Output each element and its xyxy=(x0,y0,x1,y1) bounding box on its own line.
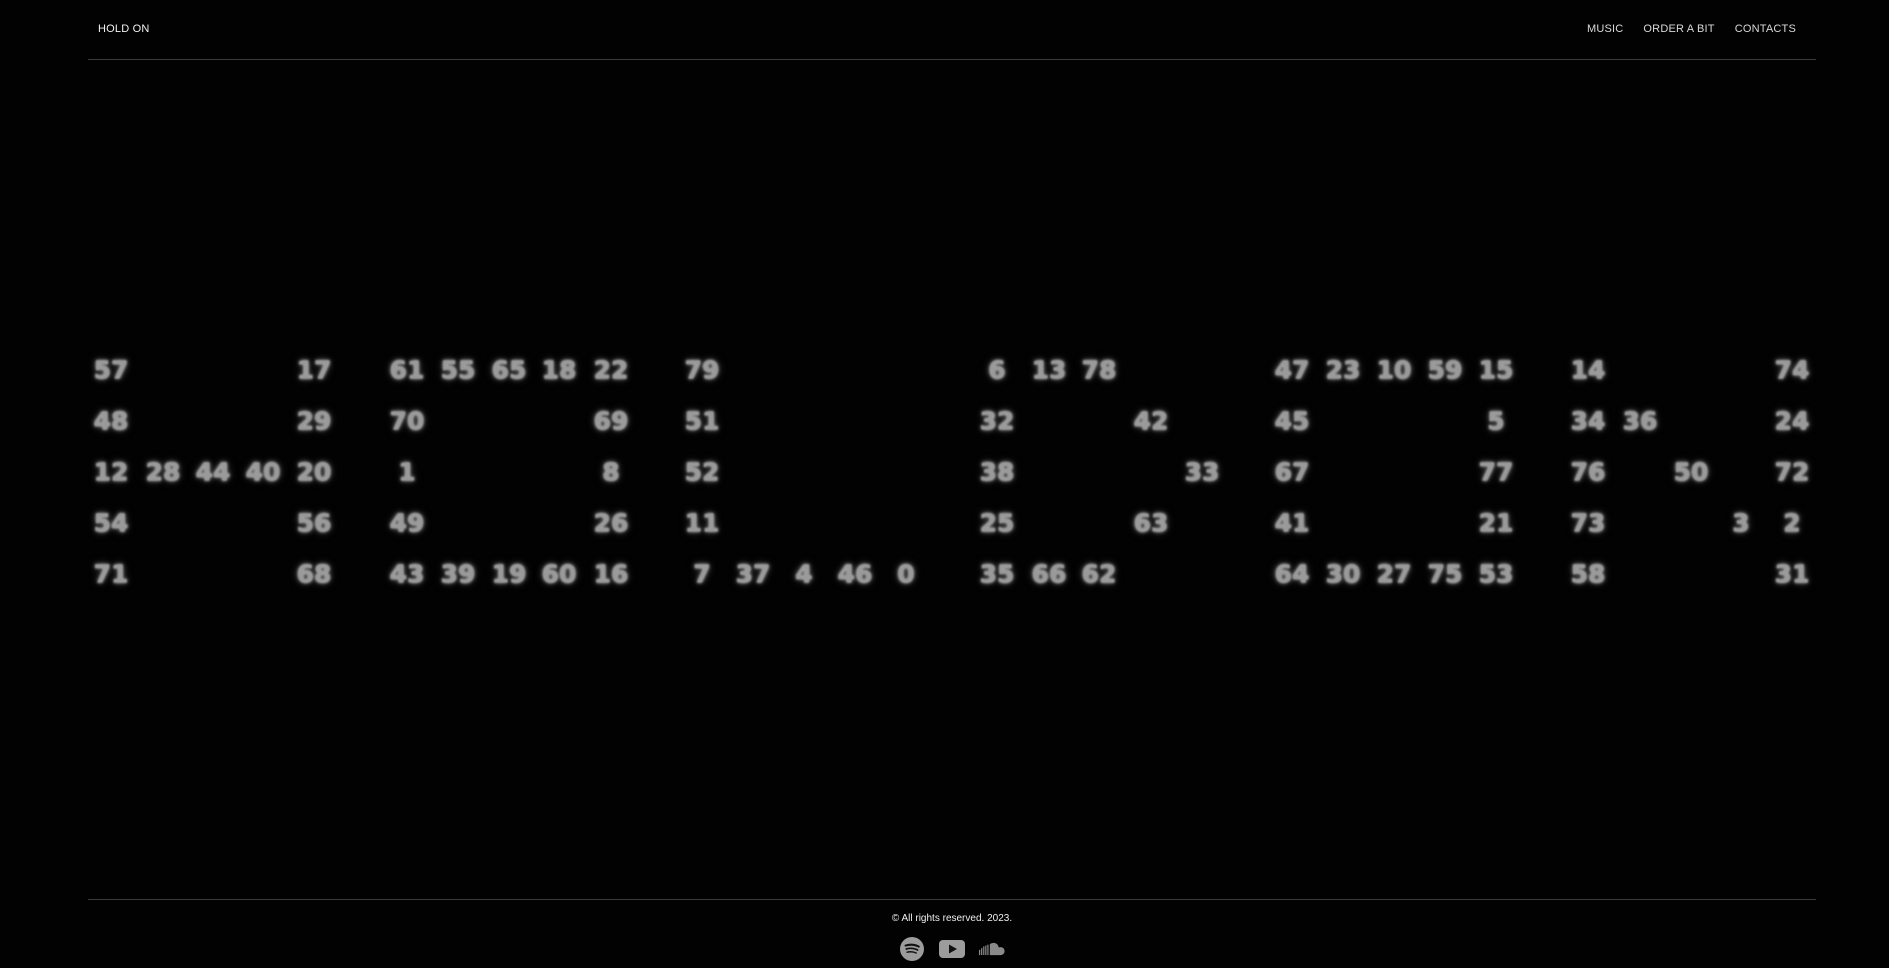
number-glyph: 74 xyxy=(1774,355,1810,385)
number-glyph: 2 xyxy=(1783,508,1801,538)
number-glyph: 38 xyxy=(979,457,1015,487)
number-glyph: 54 xyxy=(93,508,129,538)
copyright-text: © All rights reserved. 2023. xyxy=(891,913,1013,924)
number-glyph: 33 xyxy=(1184,457,1220,487)
number-glyph: 53 xyxy=(1478,559,1514,589)
number-glyph: 37 xyxy=(735,559,771,589)
number-glyph: 58 xyxy=(1570,559,1606,589)
number-glyph: 3 xyxy=(1732,508,1750,538)
number-glyph: 56 xyxy=(296,508,332,538)
number-glyph: 73 xyxy=(1570,508,1606,538)
number-glyph: 31 xyxy=(1774,559,1810,589)
number-glyph: 70 xyxy=(389,406,425,436)
number-glyph: 71 xyxy=(93,559,129,589)
number-glyph: 64 xyxy=(1274,559,1310,589)
number-glyph: 14 xyxy=(1570,355,1606,385)
number-glyph: 10 xyxy=(1376,355,1412,385)
number-glyph: 26 xyxy=(593,508,629,538)
number-glyph: 78 xyxy=(1081,355,1117,385)
number-glyph: 7 xyxy=(693,559,711,589)
number-glyph: 20 xyxy=(296,457,332,487)
site-header: HOLD ON MUSIC ORDER A BIT CONTACTS xyxy=(88,0,1816,60)
nav-order-a-bit[interactable]: ORDER A BIT xyxy=(1643,23,1714,35)
number-glyph: 42 xyxy=(1133,406,1169,436)
number-glyph: 55 xyxy=(440,355,476,385)
number-glyph: 23 xyxy=(1325,355,1361,385)
spotify-icon[interactable] xyxy=(899,937,925,961)
number-glyph: 39 xyxy=(440,559,476,589)
number-glyph: 35 xyxy=(979,559,1015,589)
number-glyph: 1 xyxy=(398,457,416,487)
number-glyph: 25 xyxy=(979,508,1015,538)
number-glyph: 5 xyxy=(1487,406,1505,436)
number-glyph: 27 xyxy=(1376,559,1412,589)
number-glyph: 49 xyxy=(389,508,425,538)
number-glyph: 44 xyxy=(195,457,231,487)
number-glyph: 29 xyxy=(296,406,332,436)
youtube-icon[interactable] xyxy=(939,937,965,961)
number-glyph: 65 xyxy=(491,355,527,385)
number-glyph: 43 xyxy=(389,559,425,589)
number-glyph: 8 xyxy=(602,457,620,487)
number-glyph: 76 xyxy=(1570,457,1606,487)
social-links xyxy=(88,937,1816,961)
number-glyph: 12 xyxy=(93,457,129,487)
number-glyph: 32 xyxy=(979,406,1015,436)
number-glyph: 50 xyxy=(1673,457,1709,487)
number-glyph: 52 xyxy=(684,457,720,487)
nav-music[interactable]: MUSIC xyxy=(1587,23,1623,35)
number-glyph: 68 xyxy=(296,559,332,589)
number-glyph: 34 xyxy=(1570,406,1606,436)
number-glyph: 36 xyxy=(1622,406,1658,436)
number-glyph: 46 xyxy=(837,559,873,589)
number-glyph: 77 xyxy=(1478,457,1514,487)
number-glyph: 51 xyxy=(684,406,720,436)
number-glyph: 62 xyxy=(1081,559,1117,589)
number-glyph: 40 xyxy=(245,457,281,487)
number-glyph: 0 xyxy=(897,559,915,589)
page: HOLD ON MUSIC ORDER A BIT CONTACTS 57 17 6… xyxy=(0,0,1889,968)
nav-contacts[interactable]: CONTACTS xyxy=(1735,23,1796,35)
number-glyph: 45 xyxy=(1274,406,1310,436)
number-glyph: 60 xyxy=(541,559,577,589)
number-glyph: 18 xyxy=(541,355,577,385)
number-glyph: 6 xyxy=(988,355,1006,385)
number-glyph: 13 xyxy=(1031,355,1067,385)
number-glyph: 69 xyxy=(593,406,629,436)
number-glyph: 16 xyxy=(593,559,629,589)
number-glyph: 47 xyxy=(1274,355,1310,385)
brand-logo-link[interactable]: HOLD ON xyxy=(98,23,150,35)
number-glyph: 57 xyxy=(93,355,129,385)
number-glyph: 15 xyxy=(1478,355,1514,385)
number-glyph: 67 xyxy=(1274,457,1310,487)
number-glyph: 21 xyxy=(1478,508,1514,538)
number-glyph: 17 xyxy=(296,355,332,385)
number-glyph: 11 xyxy=(684,508,720,538)
number-glyph: 19 xyxy=(491,559,527,589)
number-glyph: 72 xyxy=(1774,457,1810,487)
number-grid: 57 17 61 55 65 18 22 79 6 13 78 47 23 10 59 15 14 74 48 29 7… xyxy=(0,0,1889,968)
site-footer: © All rights reserved. 2023. xyxy=(88,899,1816,968)
number-glyph: 61 xyxy=(389,355,425,385)
number-glyph: 24 xyxy=(1774,406,1810,436)
number-glyph: 48 xyxy=(93,406,129,436)
number-glyph: 22 xyxy=(593,355,629,385)
number-glyph: 41 xyxy=(1274,508,1310,538)
number-glyph: 59 xyxy=(1427,355,1463,385)
number-glyph: 75 xyxy=(1427,559,1463,589)
main-nav: MUSIC ORDER A BIT CONTACTS xyxy=(1587,23,1796,35)
soundcloud-icon[interactable] xyxy=(979,937,1005,961)
number-glyph: 4 xyxy=(795,559,813,589)
number-glyph: 63 xyxy=(1133,508,1169,538)
number-glyph: 79 xyxy=(684,355,720,385)
number-glyph: 30 xyxy=(1325,559,1361,589)
number-glyph: 66 xyxy=(1031,559,1067,589)
number-glyph: 28 xyxy=(145,457,181,487)
